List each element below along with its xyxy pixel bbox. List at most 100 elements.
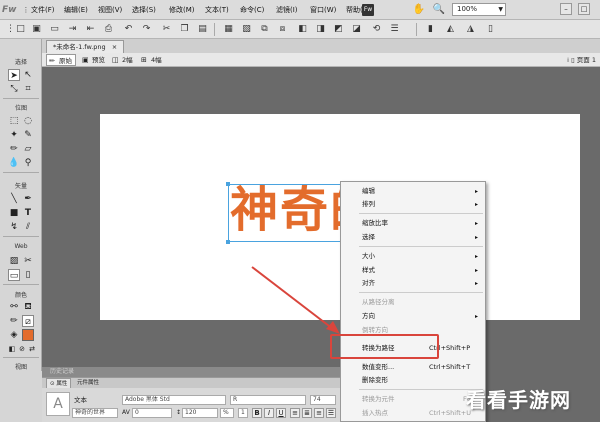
- hand-icon[interactable]: ✋: [412, 3, 426, 17]
- split-icon[interactable]: ⧈: [276, 23, 289, 36]
- rectangle-tool-icon[interactable]: ■: [8, 207, 20, 219]
- swap-colors-icon[interactable]: ⇄: [26, 343, 38, 355]
- blur-tool-icon[interactable]: 💧: [8, 157, 20, 169]
- weight-field[interactable]: 1: [238, 408, 248, 418]
- pen-tool-icon[interactable]: ✒: [22, 193, 34, 205]
- rotate-left-icon[interactable]: ⟲: [370, 23, 383, 36]
- print-icon[interactable]: ⎙: [102, 23, 115, 36]
- redo-icon[interactable]: ↷: [140, 23, 153, 36]
- hide-slices-icon[interactable]: ▭: [8, 269, 20, 281]
- menu-item-edit[interactable]: 编辑 ▸: [341, 186, 485, 197]
- show-slices-icon[interactable]: ▯: [22, 269, 34, 281]
- stroke-color-icon[interactable]: ✏: [8, 315, 20, 327]
- scale-tool-icon[interactable]: ⤡: [8, 83, 20, 95]
- menu-edit[interactable]: 编辑(E): [64, 4, 88, 16]
- menu-item-style[interactable]: 样式 ▸: [341, 265, 485, 276]
- save-icon[interactable]: ▣: [30, 23, 43, 36]
- import-icon[interactable]: ⇥: [66, 23, 79, 36]
- italic-button[interactable]: I: [264, 408, 274, 418]
- knife-tool-icon[interactable]: ⫽: [22, 221, 34, 233]
- zoom-icon[interactable]: 🔍: [432, 3, 446, 17]
- menu-modify[interactable]: 修改(M): [169, 4, 195, 16]
- arrange-back-icon[interactable]: ◨: [314, 23, 327, 36]
- tracking-field[interactable]: 0: [132, 408, 172, 418]
- paste-icon[interactable]: ▤: [196, 23, 209, 36]
- menu-item-direction[interactable]: 方向 ▸: [341, 311, 485, 322]
- copy-icon[interactable]: ❐: [178, 23, 191, 36]
- page-selector[interactable]: ⁞ ▯ 页面 1: [567, 55, 596, 65]
- distribute-icon[interactable]: ▯: [484, 23, 497, 36]
- align-center-icon[interactable]: ≣: [302, 408, 312, 418]
- align-right-icon[interactable]: ≡: [314, 408, 324, 418]
- brush-tool-icon[interactable]: ✎: [22, 129, 34, 141]
- stroke-swatch-icon[interactable]: ⧄: [22, 315, 34, 327]
- undo-icon[interactable]: ↶: [122, 23, 135, 36]
- tab-symbol-properties[interactable]: 元件属性: [74, 378, 102, 388]
- subselect-tool-icon[interactable]: ↖: [22, 69, 34, 81]
- font-size-field[interactable]: 74: [310, 395, 336, 405]
- open-icon[interactable]: ▭: [48, 23, 61, 36]
- group-icon[interactable]: ▦: [222, 23, 235, 36]
- flip-horizontal-icon[interactable]: ◭: [444, 23, 457, 36]
- menu-item-size[interactable]: 大小 ▸: [341, 251, 485, 262]
- stamp-tool-icon[interactable]: ⚲: [22, 157, 34, 169]
- ungroup-icon[interactable]: ▧: [240, 23, 253, 36]
- text-tool-icon[interactable]: T: [22, 207, 34, 219]
- bold-button[interactable]: B: [252, 408, 262, 418]
- fw-badge-icon[interactable]: Fw: [362, 4, 374, 16]
- font-family-select[interactable]: Adobe 黑体 Std: [122, 395, 226, 405]
- maximize-button[interactable]: □: [578, 3, 590, 15]
- crop-tool-icon[interactable]: ⌗: [22, 83, 34, 95]
- justify-icon[interactable]: ☰: [326, 408, 336, 418]
- lasso-tool-icon[interactable]: ◌: [22, 115, 34, 127]
- align-icon[interactable]: ☰: [388, 23, 401, 36]
- font-style-select[interactable]: R: [230, 395, 306, 405]
- underline-button[interactable]: U: [276, 408, 286, 418]
- align-left-icon[interactable]: ≡: [290, 408, 300, 418]
- tab-2-up[interactable]: ◫ 2幅: [110, 54, 133, 66]
- menu-item-select[interactable]: 选择 ▸: [341, 232, 485, 243]
- menu-item-zoom-ratio[interactable]: 缩放比率 ▸: [341, 218, 485, 229]
- menu-window[interactable]: 窗口(W): [310, 4, 336, 16]
- menu-item-convert-to-symbol[interactable]: 转换为元件 F8: [341, 394, 485, 405]
- cut-icon[interactable]: ✂: [160, 23, 173, 36]
- pointer-tool-icon[interactable]: ➤: [8, 69, 20, 81]
- menu-item-remove-transform[interactable]: 删除变形: [341, 375, 485, 386]
- line-tool-icon[interactable]: ╲: [8, 193, 20, 205]
- fill-swatch-icon[interactable]: [22, 329, 34, 341]
- resize-handle[interactable]: [226, 182, 230, 186]
- tab-preview[interactable]: ▣ 预览: [80, 54, 105, 66]
- menu-filters[interactable]: 滤镜(I): [276, 4, 298, 16]
- menu-item-detach-from-path[interactable]: 从路径分离: [341, 297, 485, 308]
- document-tab[interactable]: *未命名-1.fw.png ×: [46, 40, 125, 53]
- arrange-front-icon[interactable]: ◧: [296, 23, 309, 36]
- fill-color-icon[interactable]: ◈: [8, 329, 20, 341]
- menu-text[interactable]: 文本(T): [205, 4, 229, 16]
- pencil-tool-icon[interactable]: ✏: [8, 143, 20, 155]
- menu-item-align[interactable]: 对齐 ▸: [341, 278, 485, 289]
- menu-select[interactable]: 选择(S): [132, 4, 156, 16]
- send-backward-icon[interactable]: ◪: [350, 23, 363, 36]
- magic-wand-icon[interactable]: ✦: [8, 129, 20, 141]
- tab-original[interactable]: ✏ 原始: [46, 54, 76, 66]
- tab-properties[interactable]: ⊙ 属性: [46, 378, 72, 388]
- leading-field[interactable]: 120: [182, 408, 218, 418]
- bring-forward-icon[interactable]: ◩: [332, 23, 345, 36]
- paint-bucket-icon[interactable]: ⛾: [22, 301, 34, 313]
- menu-view[interactable]: 视图(V): [98, 4, 122, 16]
- object-name-field[interactable]: 神奇的世界: [72, 408, 118, 418]
- menu-item-arrange[interactable]: 排列 ▸: [341, 199, 485, 210]
- export-icon[interactable]: ⇤: [84, 23, 97, 36]
- zoom-select[interactable]: 100% ▼: [452, 3, 506, 16]
- close-tab-icon[interactable]: ×: [112, 43, 117, 51]
- join-icon[interactable]: ⧉: [258, 23, 271, 36]
- menu-commands[interactable]: 命令(C): [240, 4, 264, 16]
- minimize-button[interactable]: –: [560, 3, 572, 15]
- hotspot-tool-icon[interactable]: ▨: [8, 255, 20, 267]
- menu-item-numeric-transform[interactable]: 数值变形... Ctrl+Shift+T: [341, 362, 485, 373]
- freeform-tool-icon[interactable]: ↯: [8, 221, 20, 233]
- tab-4-up[interactable]: ⊞ 4幅: [139, 54, 162, 66]
- menu-file[interactable]: 文件(F): [31, 4, 55, 16]
- flip-vertical-icon[interactable]: ◮: [464, 23, 477, 36]
- history-panel-header[interactable]: 历史记录: [42, 367, 340, 377]
